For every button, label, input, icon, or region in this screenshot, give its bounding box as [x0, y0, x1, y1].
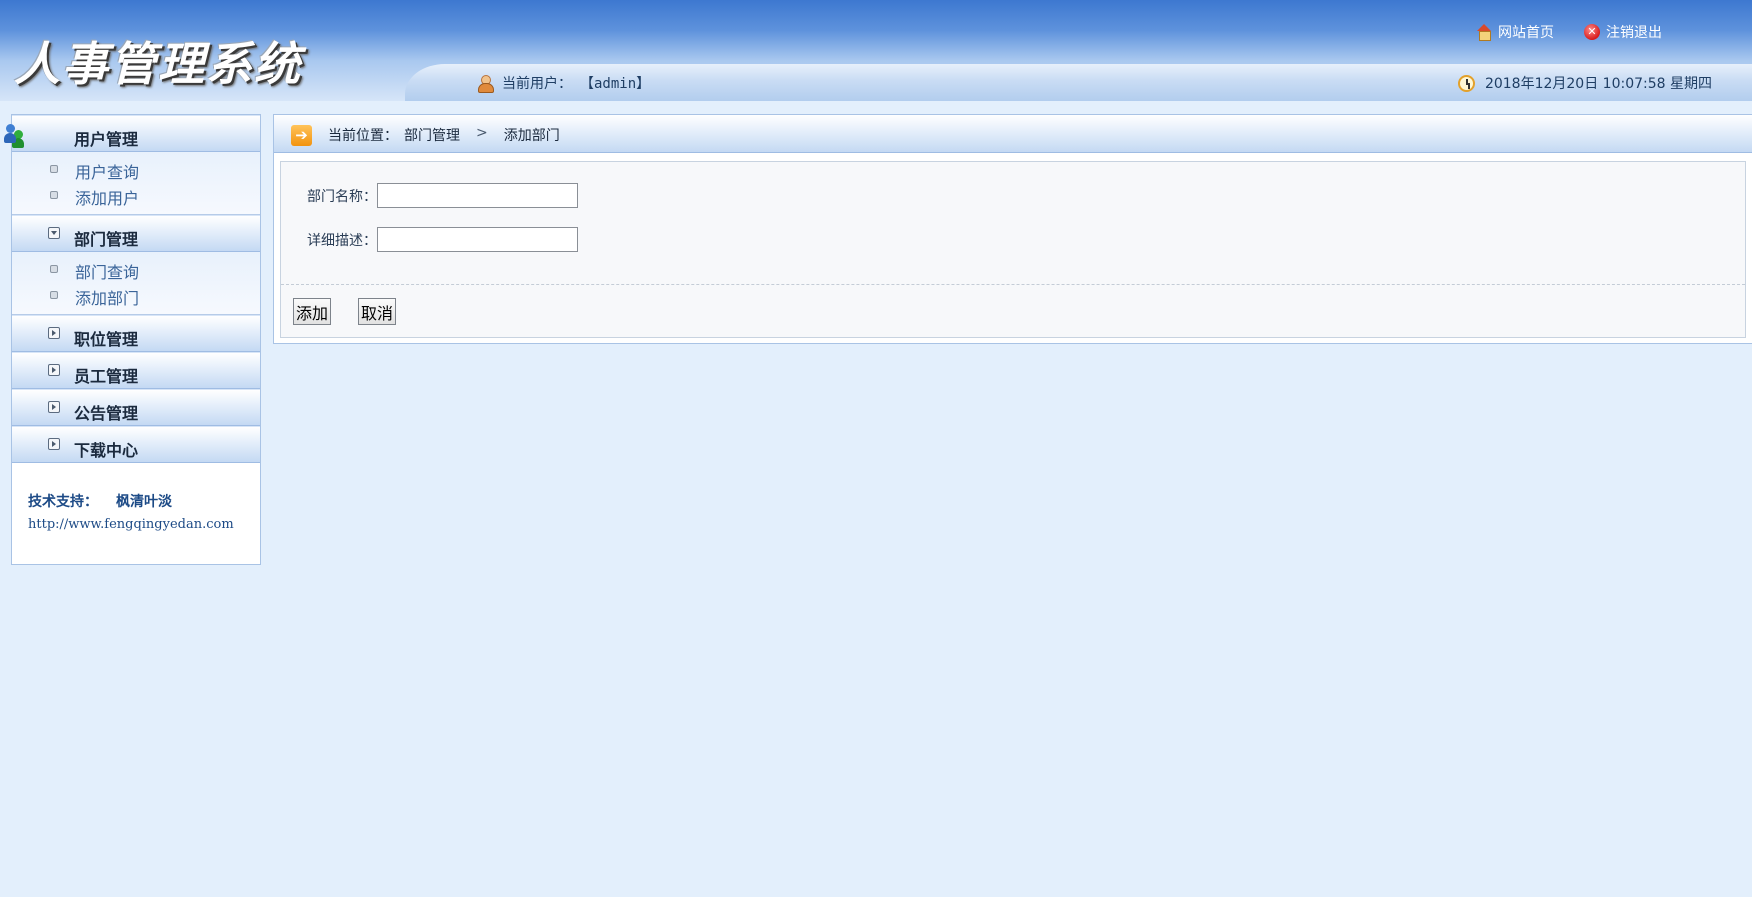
sidebar-section-label: 用户管理	[74, 130, 139, 149]
sidebar: 用户管理 用户查询 添加用户 部门管理 部门查询 添加部门 职位管理 员工管理	[4, 114, 261, 565]
add-button[interactable]: 添加	[293, 298, 332, 325]
logout-link[interactable]: ✕ 注销退出	[1584, 22, 1662, 42]
header: 人事管理系统 网站首页 ✕ 注销退出 当前用户： 【admin】 2018年12…	[0, 0, 1752, 101]
support-url[interactable]: http://www.fengqingyedan.com	[28, 517, 260, 532]
sidebar-section-label: 员工管理	[74, 367, 139, 386]
form-divider	[281, 284, 1745, 285]
description-row: 详细描述：	[281, 227, 578, 252]
expand-icon	[48, 401, 60, 413]
sidebar-section-label: 公告管理	[74, 404, 139, 423]
main-panel: ➔ 当前位置： 部门管理 > 添加部门 部门名称： 详细描述： 添加 取消	[273, 114, 1752, 344]
sidebar-section-notices[interactable]: 公告管理	[12, 389, 260, 426]
sidebar-section-label: 职位管理	[74, 330, 139, 349]
sidebar-section-label: 下载中心	[74, 441, 139, 460]
sidebar-section-employees[interactable]: 员工管理	[12, 352, 260, 389]
home-icon	[1476, 24, 1492, 41]
add-department-form: 部门名称： 详细描述： 添加 取消	[280, 161, 1746, 338]
breadcrumb: 当前位置： 部门管理 > 添加部门	[328, 125, 560, 145]
bullet-icon	[50, 191, 58, 199]
collapse-icon	[48, 227, 60, 239]
clock-icon	[1457, 74, 1475, 92]
user-icon	[476, 74, 494, 93]
breadcrumb-page: 添加部门	[503, 128, 560, 144]
support-name: 枫清叶淡	[116, 494, 172, 510]
datetime: 2018年12月20日 10:07:58 星期四	[1457, 73, 1712, 93]
app-logo: 人事管理系统	[14, 37, 302, 91]
home-link[interactable]: 网站首页	[1476, 22, 1554, 42]
sidebar-item-add-user[interactable]: 添加用户	[12, 182, 260, 208]
dept-name-row: 部门名称：	[281, 183, 578, 208]
expand-icon	[48, 438, 60, 450]
close-icon: ✕	[1584, 24, 1600, 40]
sidebar-section-departments[interactable]: 部门管理	[12, 215, 260, 252]
sidebar-section-departments-items: 部门查询 添加部门	[12, 252, 260, 315]
bullet-icon	[50, 165, 58, 173]
breadcrumb-section: 部门管理	[404, 128, 460, 144]
sidebar-section-positions[interactable]: 职位管理	[12, 315, 260, 352]
dept-name-input[interactable]	[377, 183, 578, 208]
breadcrumb-separator: >	[476, 125, 488, 141]
expand-icon	[48, 327, 60, 339]
sidebar-item-dept-query[interactable]: 部门查询	[12, 256, 260, 282]
top-links: 网站首页 ✕ 注销退出	[1456, 22, 1662, 42]
sidebar-item-add-dept[interactable]: 添加部门	[12, 282, 260, 308]
arrow-right-icon: ➔	[291, 125, 312, 146]
description-input[interactable]	[377, 227, 578, 252]
datetime-text: 2018年12月20日 10:07:58 星期四	[1484, 76, 1712, 92]
expand-icon	[48, 364, 60, 376]
sidebar-section-label: 部门管理	[74, 230, 139, 249]
sidebar-item-label: 添加部门	[75, 289, 140, 308]
logout-link-label: 注销退出	[1606, 25, 1662, 41]
current-user: 当前用户： 【admin】	[476, 73, 650, 93]
tech-support: 技术支持： 枫清叶淡 http://www.fengqingyedan.com	[12, 463, 260, 532]
sidebar-section-users-items: 用户查询 添加用户	[12, 152, 260, 215]
sidebar-item-label: 添加用户	[75, 189, 140, 208]
breadcrumb-bar: ➔ 当前位置： 部门管理 > 添加部门	[274, 115, 1752, 153]
current-user-name: 【admin】	[580, 76, 651, 92]
current-user-label: 当前用户：	[502, 76, 572, 92]
home-link-label: 网站首页	[1498, 25, 1554, 41]
dept-name-label: 部门名称：	[307, 188, 377, 205]
sidebar-section-users[interactable]: 用户管理	[4, 115, 260, 152]
users-icon	[4, 124, 24, 146]
sidebar-item-label: 部门查询	[75, 263, 140, 282]
sidebar-item-label: 用户查询	[75, 163, 140, 182]
bullet-icon	[50, 291, 58, 299]
cancel-button[interactable]: 取消	[358, 298, 397, 325]
support-label: 技术支持：	[28, 494, 98, 510]
description-label: 详细描述：	[307, 232, 377, 249]
sidebar-item-user-query[interactable]: 用户查询	[12, 156, 260, 182]
bullet-icon	[50, 265, 58, 273]
sidebar-section-downloads[interactable]: 下载中心	[12, 426, 260, 463]
breadcrumb-prefix: 当前位置：	[328, 128, 398, 144]
